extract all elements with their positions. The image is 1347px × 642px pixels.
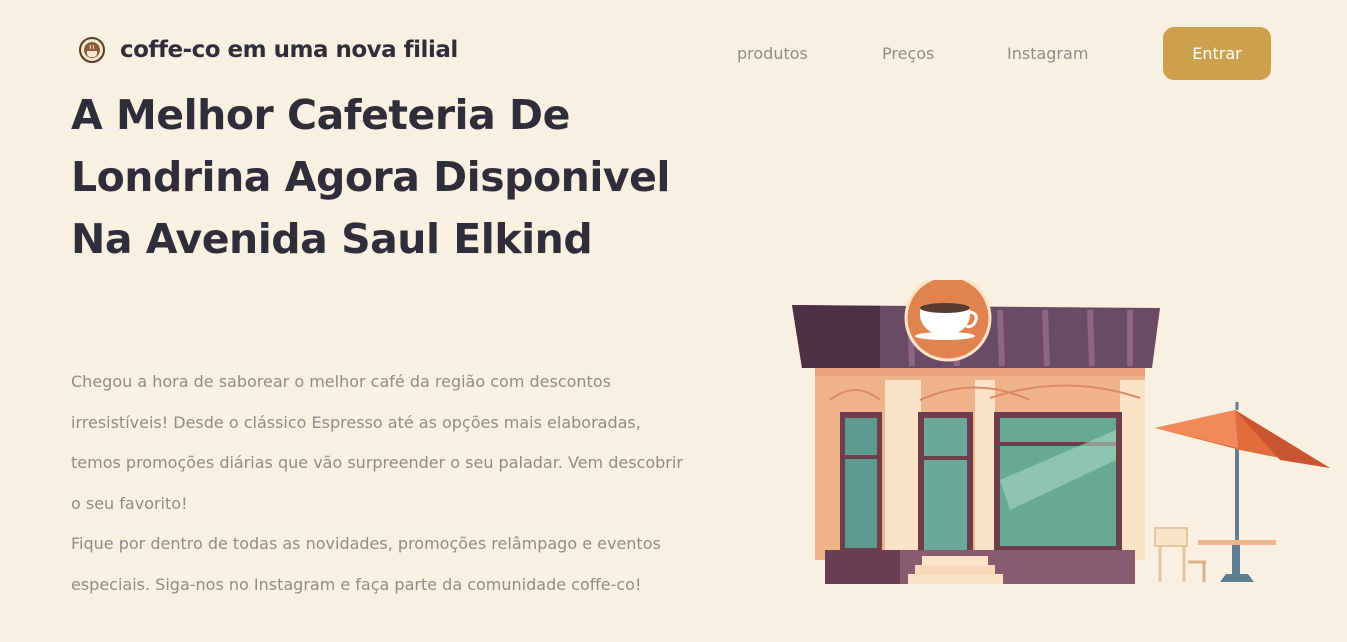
hero-description: Chegou a hora de saborear o melhor café … [71,362,691,605]
coffee-shop-illustration [792,280,1330,584]
brand[interactable]: coffe-co em uma nova filial [78,36,458,64]
decorative-curve [0,630,160,642]
coffee-logo-icon [79,37,105,63]
nav-link-instagram[interactable]: Instagram [1007,44,1088,63]
hero-title: A Melhor Cafeteria De Londrina Agora Dis… [71,91,670,263]
brand-name: coffe-co em uma nova filial [120,37,458,63]
nav-link-precos[interactable]: Preços [882,44,934,63]
enter-button[interactable]: Entrar [1163,27,1271,80]
landing-page: coffe-co em uma nova filial produtos Pre… [0,0,1347,642]
hero-paragraph-2: Fique por dentro de todas as novidades, … [71,534,661,594]
hero-paragraph-1: Chegou a hora de saborear o melhor café … [71,372,683,513]
coffee-cup-icon [904,280,992,362]
nav-link-produtos[interactable]: produtos [737,44,808,63]
